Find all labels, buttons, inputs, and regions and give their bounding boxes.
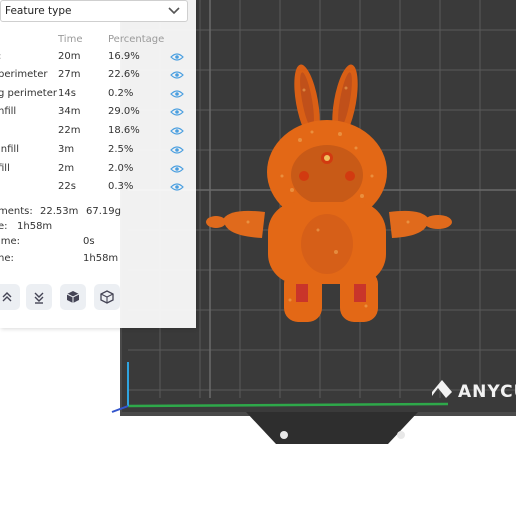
- feature-percentage: 22.6%: [108, 69, 140, 80]
- wireframe-view-button[interactable]: [94, 284, 120, 310]
- table-row: perimeter 27m 22.6%: [0, 69, 196, 87]
- feature-percentage: 2.5%: [108, 144, 134, 155]
- time-label: e:: [0, 221, 8, 232]
- feature-percentage: 0.2%: [108, 88, 134, 99]
- feature-time: 22s: [58, 181, 76, 192]
- eye-icon[interactable]: [170, 164, 184, 174]
- total-time-value: 1h58m: [83, 253, 119, 264]
- cube-outline-icon: [100, 290, 114, 304]
- filament-weight: 67.19g: [86, 206, 121, 217]
- eye-icon[interactable]: [170, 182, 184, 192]
- feature-name: fill: [0, 163, 10, 174]
- feature-type-dropdown[interactable]: Feature type: [0, 0, 188, 22]
- table-row: fill 2m 2.0%: [0, 163, 196, 181]
- total-time-label: ne:: [0, 253, 14, 264]
- chevron-down-icon: [168, 7, 180, 15]
- feature-percentage: 2.0%: [108, 163, 134, 174]
- feature-time: 14s: [58, 88, 76, 99]
- feature-time: 2m: [58, 163, 75, 174]
- table-row: l 22m 18.6%: [0, 125, 196, 143]
- feature-time: 20m: [58, 51, 81, 62]
- feature-name: g perimeter: [0, 88, 57, 99]
- slice-statistics-panel: Feature type Time Percentage : 20m 16.9%…: [0, 0, 196, 328]
- table-row: : 20m 16.9%: [0, 51, 196, 69]
- feature-time: 22m: [58, 125, 81, 136]
- eye-icon[interactable]: [170, 126, 184, 136]
- eye-icon[interactable]: [170, 52, 184, 62]
- chevron-up-double-icon: [2, 292, 12, 302]
- collapse-up-button[interactable]: [0, 284, 20, 310]
- filament-label: ments:: [0, 206, 33, 217]
- collapse-down-button[interactable]: [26, 284, 52, 310]
- eye-icon[interactable]: [170, 89, 184, 99]
- time-value: 1h58m: [17, 221, 53, 232]
- chevron-down-double-icon: [34, 292, 44, 304]
- table-row: g perimeter 14s 0.2%: [0, 88, 196, 106]
- eye-icon[interactable]: [170, 145, 184, 155]
- plate-hole-left: [280, 431, 288, 439]
- feature-name: nfill: [0, 106, 17, 117]
- feature-percentage: 29.0%: [108, 106, 140, 117]
- eye-icon[interactable]: [170, 107, 184, 117]
- plate-hole-right: [397, 431, 405, 439]
- feature-name: perimeter: [0, 69, 48, 80]
- prepare-time-value: 0s: [83, 236, 95, 247]
- column-header-time: Time: [58, 34, 83, 45]
- feature-time: 27m: [58, 69, 81, 80]
- feature-type-label: Feature type: [5, 5, 72, 17]
- brand-text: ANYCU: [458, 382, 516, 402]
- feature-name: l: [0, 125, 1, 136]
- cube-solid-icon: [66, 291, 80, 303]
- feature-percentage: 18.6%: [108, 125, 140, 136]
- table-row: infill 3m 2.5%: [0, 144, 196, 162]
- prepare-time-label: ime:: [0, 236, 21, 247]
- filament-length: 22.53m: [40, 206, 79, 217]
- column-header-percentage: Percentage: [108, 34, 165, 45]
- eye-icon[interactable]: [170, 70, 184, 80]
- table-row: nfill 34m 29.0%: [0, 106, 196, 124]
- feature-name: :: [0, 51, 1, 62]
- solid-view-button[interactable]: [60, 284, 86, 310]
- feature-percentage: 0.3%: [108, 181, 134, 192]
- feature-time: 34m: [58, 106, 81, 117]
- feature-time: 3m: [58, 144, 75, 155]
- feature-percentage: 16.9%: [108, 51, 140, 62]
- table-row: 22s 0.3%: [0, 181, 196, 199]
- feature-name: infill: [0, 144, 19, 155]
